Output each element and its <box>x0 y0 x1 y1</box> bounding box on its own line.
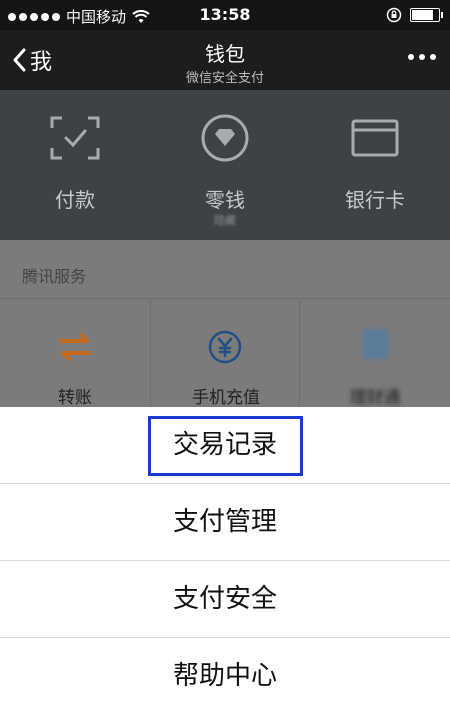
rotation-lock-icon <box>386 7 402 23</box>
service-mobile-recharge[interactable]: 手机充值 <box>150 298 300 418</box>
battery-icon <box>410 8 443 22</box>
page-title: 钱包 <box>205 42 245 66</box>
section-title: 腾讯服务 <box>22 267 87 286</box>
wallet-item-change[interactable]: 零钱 隐藏 <box>150 90 300 240</box>
service-transfer[interactable]: 转账 <box>0 298 150 418</box>
action-label: 支付安全 <box>172 584 277 614</box>
action-transaction-records[interactable]: 交易记录 <box>0 407 450 484</box>
wallet-item-bank-card[interactable]: 银行卡 <box>300 90 450 240</box>
wealth-icon <box>357 329 393 365</box>
action-label: 帮助中心 <box>172 661 277 691</box>
more-options-icon[interactable] <box>408 54 436 60</box>
transfer-arrows-icon <box>59 333 91 361</box>
bank-card-icon <box>351 119 399 157</box>
wallet-item-pay[interactable]: 付款 <box>0 90 150 240</box>
action-help-center[interactable]: 帮助中心 <box>0 638 450 711</box>
page-subtitle: 微信安全支付 <box>185 71 264 86</box>
action-label: 支付管理 <box>172 507 277 537</box>
yuan-circle-icon <box>208 330 242 364</box>
wallet-panel: 付款 零钱 隐藏 银行卡 <box>0 90 450 240</box>
service-label: 理财通 <box>349 388 401 408</box>
status-bar: 中国移动 13:58 <box>0 0 450 30</box>
action-payment-management[interactable]: 支付管理 <box>0 484 450 561</box>
wallet-item-label: 零钱 <box>205 188 245 212</box>
status-time: 13:58 <box>199 5 251 24</box>
service-label: 转账 <box>58 388 92 408</box>
service-wealth[interactable]: 理财通 <box>300 298 450 418</box>
wallet-item-label: 付款 <box>55 188 95 212</box>
scan-pay-icon <box>50 116 100 160</box>
wallet-item-label: 银行卡 <box>345 188 405 212</box>
wallet-balance-blurred: 隐藏 <box>214 214 236 227</box>
highlight-box <box>148 416 303 476</box>
diamond-coin-icon <box>201 114 249 162</box>
action-payment-security[interactable]: 支付安全 <box>0 561 450 638</box>
service-label: 手机充值 <box>192 388 260 408</box>
navigation-bar: 我 钱包 微信安全支付 <box>0 30 450 90</box>
action-sheet: 交易记录 支付管理 支付安全 帮助中心 <box>0 407 450 711</box>
status-right <box>386 7 443 23</box>
